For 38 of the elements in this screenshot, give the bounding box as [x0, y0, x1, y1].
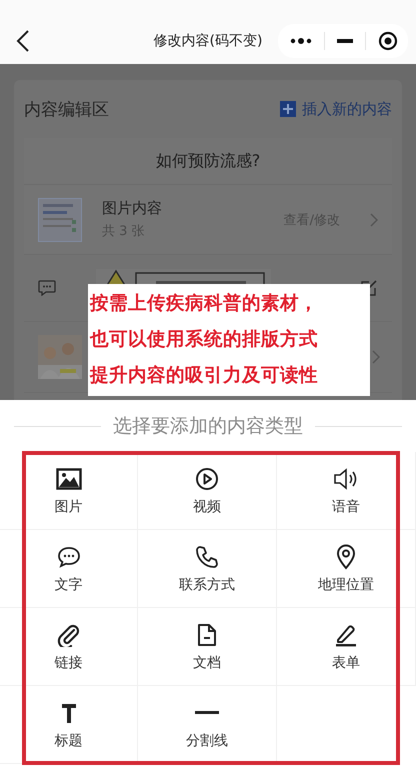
document-icon: [197, 622, 217, 646]
location-pin-icon: [336, 544, 356, 570]
content-heading: 如何预防流感?: [156, 150, 260, 172]
annotation-text: 也可以使用系统的排版方式: [90, 328, 319, 352]
content-type-option[interactable]: 联系方式: [138, 530, 277, 608]
chat-icon: [38, 280, 56, 296]
content-type-option[interactable]: 语音: [277, 452, 416, 530]
pencil-icon: [334, 622, 358, 646]
chevron-icon: [372, 350, 380, 364]
chevron-icon: [370, 212, 378, 226]
play-icon: [195, 466, 219, 490]
close-icon[interactable]: [378, 31, 398, 51]
back-icon[interactable]: [16, 29, 30, 53]
content-type-option[interactable]: 文档: [138, 608, 277, 686]
section-title: 内容编辑区: [24, 98, 109, 120]
annotation-text: 按需上传疾病科普的素材，: [90, 292, 319, 316]
image-thumbnail: [38, 198, 82, 242]
content-type-option[interactable]: 标题: [0, 686, 138, 764]
page-title: 修改内容(码不变): [154, 32, 262, 50]
content-type-option[interactable]: 地理位置: [277, 530, 416, 608]
image-icon: [56, 468, 82, 490]
content-type-option[interactable]: 分割线: [138, 686, 277, 764]
more-icon[interactable]: [290, 37, 312, 45]
speaker-icon: [333, 466, 359, 490]
plus-icon: [280, 101, 296, 117]
horizontal-line-icon: [195, 710, 219, 714]
annotation-text: 提升内容的吸引力及可读性: [90, 364, 319, 388]
sheet-title: 选择要添加的内容类型: [113, 414, 303, 439]
chat-bubble-icon: [56, 546, 80, 568]
content-type-option[interactable]: 视频: [138, 452, 277, 530]
content-type-option[interactable]: 图片: [0, 452, 138, 530]
content-type-option[interactable]: 文字: [0, 530, 138, 608]
content-type-option[interactable]: 表单: [277, 608, 416, 686]
text-t-icon: [60, 702, 76, 722]
phone-icon: [195, 544, 219, 568]
paperclip-icon: [56, 622, 80, 646]
content-type-option[interactable]: 链接: [0, 608, 138, 686]
item-title: 图片内容: [102, 199, 163, 218]
